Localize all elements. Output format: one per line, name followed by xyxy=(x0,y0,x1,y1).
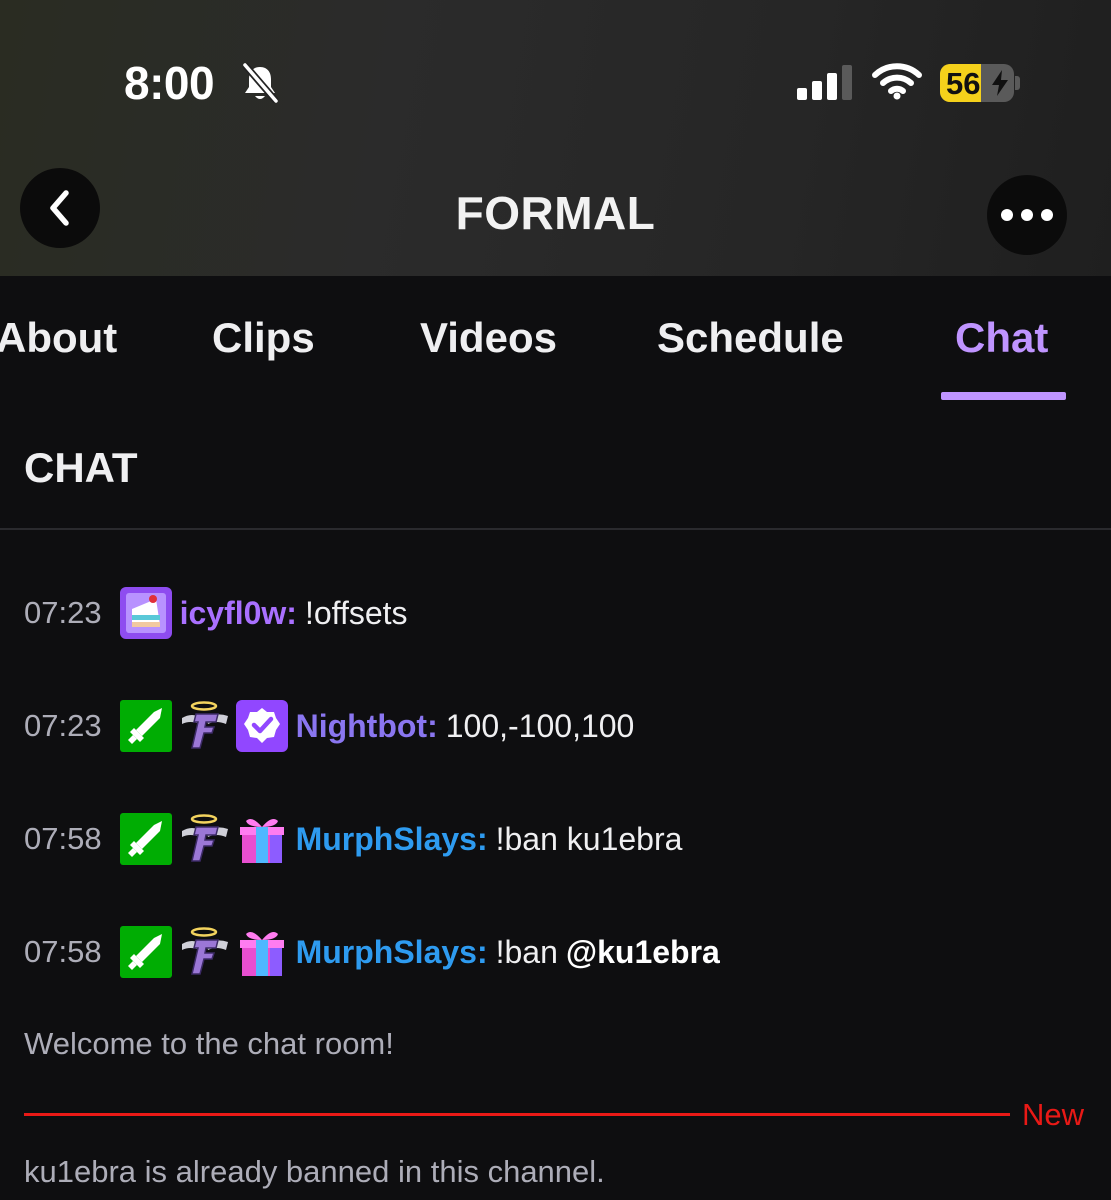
chat-username[interactable]: icyfl0w: xyxy=(180,595,297,632)
bell-slash-icon xyxy=(242,62,279,104)
cake-badge-icon[interactable] xyxy=(119,587,172,639)
active-tab-indicator xyxy=(941,392,1066,400)
battery-charging-icon: 56 xyxy=(940,64,1020,102)
tab-schedule[interactable]: Schedule xyxy=(657,314,844,362)
verified-bot-badge-icon[interactable] xyxy=(235,700,288,752)
chat-message-text: !ban ku1ebra xyxy=(495,820,683,857)
chat-mention[interactable]: @ku1ebra xyxy=(566,934,720,971)
chat-username[interactable]: MurphSlays: xyxy=(296,821,488,858)
channel-nav-bar: FORMAL xyxy=(0,160,1111,276)
chat-message[interactable]: 07:58 MurphSlays: !ban ku1ebra xyxy=(24,811,682,867)
gift-badge-icon[interactable] xyxy=(236,926,288,978)
chat-username[interactable]: MurphSlays: xyxy=(296,934,488,971)
channel-tabs: About Clips Videos Schedule Chat xyxy=(0,276,1111,400)
more-horizontal-icon xyxy=(1001,209,1053,221)
welcome-message: Welcome to the chat room! xyxy=(24,1026,394,1061)
more-options-button[interactable] xyxy=(987,175,1067,255)
chat-message-text: !ban xyxy=(495,933,558,970)
wifi-icon xyxy=(872,63,922,100)
tab-videos[interactable]: Videos xyxy=(420,314,557,362)
channel-title: FORMAL xyxy=(455,187,656,239)
chat-message-text: !offsets xyxy=(304,594,408,631)
message-timestamp: 07:23 xyxy=(24,595,102,630)
chat-header-divider xyxy=(0,528,1111,530)
charging-bolt-icon xyxy=(992,70,1008,96)
battery-percent: 56 xyxy=(946,66,981,101)
new-messages-divider xyxy=(24,1113,1010,1116)
chat-message[interactable]: 07:23 Nightbot: 100,-100,100 xyxy=(24,698,634,754)
winged-f-badge-icon[interactable] xyxy=(178,926,230,978)
cellular-signal-icon xyxy=(797,65,852,100)
chat-message[interactable]: 07:23 icyfl0w: !offsets xyxy=(24,585,408,641)
moderator-sword-badge-icon[interactable] xyxy=(119,700,172,752)
chat-message-text: 100,-100,100 xyxy=(445,707,635,744)
message-timestamp: 07:58 xyxy=(24,821,102,856)
chat-username[interactable]: Nightbot: xyxy=(296,708,438,745)
moderator-sword-badge-icon[interactable] xyxy=(119,813,172,865)
system-notice: ku1ebra is already banned in this channe… xyxy=(24,1154,605,1189)
winged-f-badge-icon[interactable] xyxy=(178,813,230,865)
tab-about[interactable]: About xyxy=(0,314,117,362)
status-bar: 8:00 56 xyxy=(0,0,1111,160)
moderator-sword-badge-icon[interactable] xyxy=(119,926,172,978)
gift-badge-icon[interactable] xyxy=(236,813,288,865)
winged-f-badge-icon[interactable] xyxy=(178,700,230,752)
status-time: 8:00 xyxy=(124,57,215,109)
new-messages-label: New xyxy=(1022,1097,1085,1132)
chat-message[interactable]: 07:58 MurphSlays: !ban @ku1ebra xyxy=(24,924,720,980)
message-timestamp: 07:58 xyxy=(24,934,102,969)
message-timestamp: 07:23 xyxy=(24,708,102,743)
tab-chat[interactable]: Chat xyxy=(955,314,1048,362)
tab-clips[interactable]: Clips xyxy=(212,314,315,362)
chat-heading: CHAT xyxy=(24,444,138,491)
